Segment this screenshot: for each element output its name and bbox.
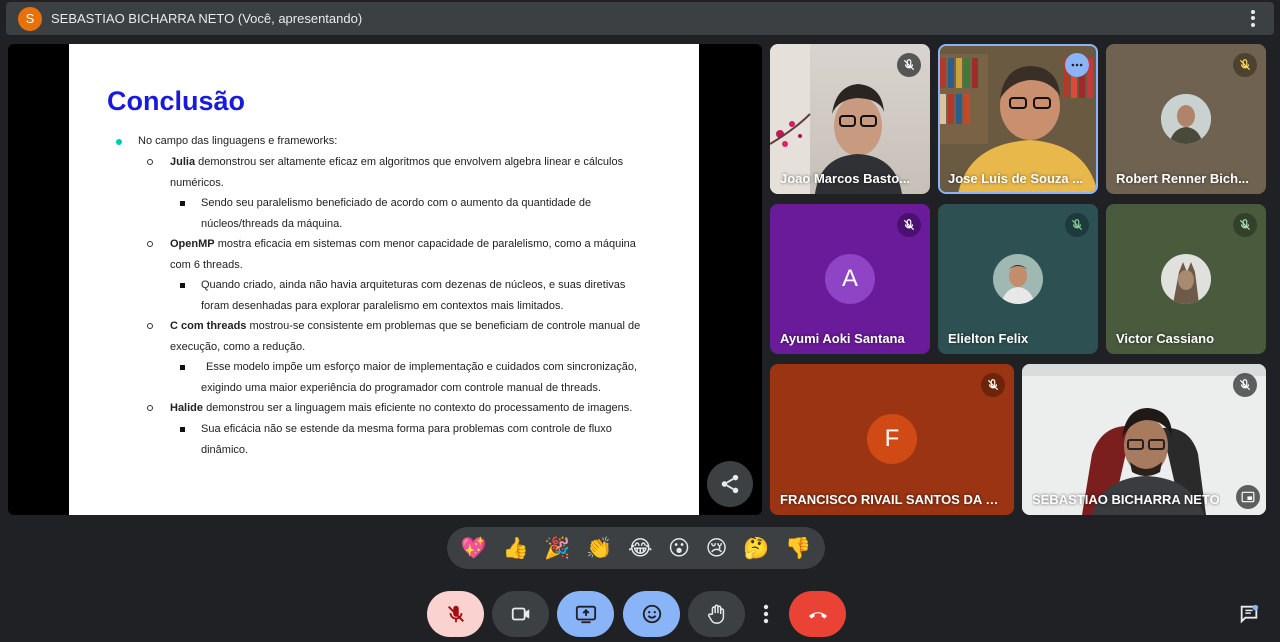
halide-sub-1: Sua eficácia não se estende da mesma for…	[201, 423, 612, 435]
square-bullet-icon	[180, 427, 185, 432]
openmp-sub-2: foram desenhadas para explorar paralelis…	[201, 300, 564, 312]
avatar	[1161, 94, 1211, 144]
participant-name: Joao Marcos Basto...	[780, 171, 911, 186]
sub-bullet-icon	[147, 405, 153, 411]
sub-bullet-icon	[147, 159, 153, 165]
participant-tile[interactable]: Robert Renner Bich...	[1106, 44, 1266, 194]
sub-bullet-icon	[147, 323, 153, 329]
c-line-1: C com threads mostrou-se consistente em …	[170, 320, 641, 332]
share-button[interactable]	[707, 461, 753, 507]
more-options-button[interactable]	[752, 591, 780, 637]
reaction-crying[interactable]: 😢	[706, 536, 728, 560]
mic-toggle-button[interactable]	[427, 591, 484, 637]
avatar	[1161, 254, 1211, 304]
avatar: A	[825, 254, 875, 304]
chat-icon	[1240, 604, 1259, 624]
reaction-party-popper[interactable]: 🎉	[544, 536, 570, 560]
openmp-line-2: com 6 threads.	[170, 259, 243, 271]
hand-icon	[707, 604, 724, 624]
sub-bullet-icon	[147, 241, 153, 247]
mic-off-icon	[1233, 373, 1257, 397]
present-screen-button[interactable]	[557, 591, 614, 637]
halide-sub-2: dinâmico.	[201, 444, 249, 456]
mic-off-icon	[981, 373, 1005, 397]
self-view-tile[interactable]: SEBASTIAO BICHARRA NETO	[1022, 364, 1266, 515]
more-options-button[interactable]	[1065, 53, 1089, 77]
camera-toggle-button[interactable]	[492, 591, 549, 637]
reactions-button[interactable]	[623, 591, 680, 637]
participant-tile[interactable]: F FRANCISCO RIVAIL SANTOS DA L...	[770, 364, 1014, 515]
more-horizontal-icon	[1071, 63, 1083, 67]
reaction-laughing[interactable]: 😂	[628, 536, 653, 560]
mic-off-icon	[1065, 213, 1089, 237]
participant-name: Elielton Felix	[948, 331, 1029, 346]
mic-off-icon	[447, 605, 464, 623]
mic-off-icon	[897, 53, 921, 77]
julia-line-2: numéricos.	[170, 177, 224, 189]
reactions-bar: 💖 👍 🎉 👏 😂 😮 😢 🤔 👎	[447, 527, 825, 569]
participant-tile[interactable]: Joao Marcos Basto...	[770, 44, 930, 194]
participant-tile[interactable]: Victor Cassiano	[1106, 204, 1266, 354]
participant-name: SEBASTIAO BICHARRA NETO	[1032, 492, 1220, 507]
julia-sub-2: núcleos/threads da máquina.	[201, 218, 343, 230]
slide: Conclusão No campo das linguagens e fram…	[69, 44, 699, 515]
more-options-icon[interactable]	[1246, 9, 1260, 29]
participant-name: FRANCISCO RIVAIL SANTOS DA L...	[780, 492, 1000, 507]
present-screen-icon	[575, 605, 596, 624]
reaction-thinking[interactable]: 🤔	[743, 536, 769, 560]
leave-call-button[interactable]	[789, 591, 846, 637]
participant-tile[interactable]: Jose Luis de Souza ...	[938, 44, 1098, 194]
mic-off-icon	[1233, 53, 1257, 77]
reaction-surprised[interactable]: 😮	[668, 536, 690, 560]
square-bullet-icon	[180, 365, 185, 370]
reaction-thumbs-down[interactable]: 👎	[785, 536, 811, 560]
square-bullet-icon	[180, 283, 185, 288]
pip-toggle-button[interactable]	[1236, 485, 1260, 509]
participant-tile[interactable]: A Ayumi Aoki Santana	[770, 204, 930, 354]
emoji-icon	[642, 604, 661, 624]
chat-button[interactable]	[1234, 591, 1264, 637]
c-sub-2: exigindo uma maior experiência do progra…	[201, 382, 601, 394]
participant-name: Victor Cassiano	[1116, 331, 1215, 346]
avatar	[993, 254, 1043, 304]
reaction-sparkling-heart[interactable]: 💖	[461, 536, 487, 560]
openmp-line-1: OpenMP mostra eficacia em sistemas com m…	[170, 238, 636, 250]
c-sub-1: Esse modelo impõe um esforço maior de im…	[206, 361, 638, 373]
halide-line-1: Halide demonstrou ser a linguagem mais e…	[170, 402, 633, 414]
raise-hand-button[interactable]	[688, 591, 745, 637]
presenter-avatar: S	[18, 6, 42, 31]
mic-off-icon	[897, 213, 921, 237]
slide-title: Conclusão	[107, 86, 246, 116]
participant-name: Ayumi Aoki Santana	[780, 331, 905, 346]
reaction-thumbs-up[interactable]: 👍	[503, 536, 529, 560]
participant-name: Jose Luis de Souza ...	[948, 171, 1084, 186]
julia-line-1: Julia demonstrou ser altamente eficaz em…	[170, 156, 624, 168]
picture-in-picture-icon	[1241, 491, 1255, 503]
c-line-2: execução, como a redução.	[170, 341, 306, 353]
hang-up-icon	[808, 612, 827, 619]
presenter-bar: S SEBASTIAO BICHARRA NETO (Você, apresen…	[6, 2, 1274, 35]
openmp-sub-1: Quando criado, ainda não havia arquitetu…	[201, 279, 626, 291]
slide-intro: No campo das linguagens e frameworks:	[138, 135, 338, 147]
participant-tile[interactable]: Elielton Felix	[938, 204, 1098, 354]
share-icon	[721, 474, 739, 494]
square-bullet-icon	[180, 201, 185, 206]
reaction-clapping[interactable]: 👏	[586, 536, 612, 560]
camera-icon	[511, 607, 529, 621]
bullet-icon	[116, 139, 122, 145]
avatar: F	[867, 414, 917, 464]
participant-name: Robert Renner Bich...	[1116, 171, 1249, 186]
more-vertical-icon	[763, 604, 769, 624]
presenter-title: SEBASTIAO BICHARRA NETO (Você, apresenta…	[51, 11, 363, 26]
julia-sub-1: Sendo seu paralelismo beneficiado de aco…	[201, 197, 592, 209]
mic-off-icon	[1233, 213, 1257, 237]
presentation-stage: Conclusão No campo das linguagens e fram…	[8, 44, 762, 515]
